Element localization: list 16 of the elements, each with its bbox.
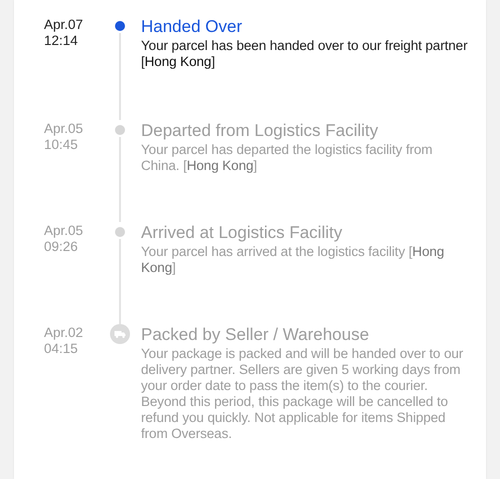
status-description: Your parcel has departed the logistics facility from China. [Hong Kong]	[141, 142, 434, 174]
date-text: Apr.05	[44, 121, 84, 137]
time-text: 04:15	[44, 341, 78, 357]
status-title: Handed Over	[141, 16, 242, 37]
date-text: Apr.02	[44, 325, 84, 341]
date-text: Apr.07	[44, 17, 84, 33]
status-title: Departed from Logistics Facility	[141, 120, 378, 141]
status-title: Packed by Seller / Warehouse	[141, 324, 370, 345]
status-description: Your parcel has been handed over to our freight partner [Hong Kong]	[141, 38, 468, 70]
date-text: Apr.05	[44, 223, 84, 239]
time-text: 12:14	[44, 33, 78, 49]
status-description: Your parcel has arrived at the logistics facility [Hong Kong]	[141, 244, 446, 276]
status-title: Arrived at Logistics Facility	[141, 222, 342, 243]
time-text: 10:45	[44, 137, 78, 153]
status-description: Your package is packed and will be handed over to our delivery partner. Sellers are given 5 working days from your order date to pass the item(s) to the courier. Beyond this period, this package will be cancelled to refund you quickly. Not applicable for items Shipped from Overseas.	[141, 346, 464, 442]
time-text: 09:26	[44, 239, 78, 255]
